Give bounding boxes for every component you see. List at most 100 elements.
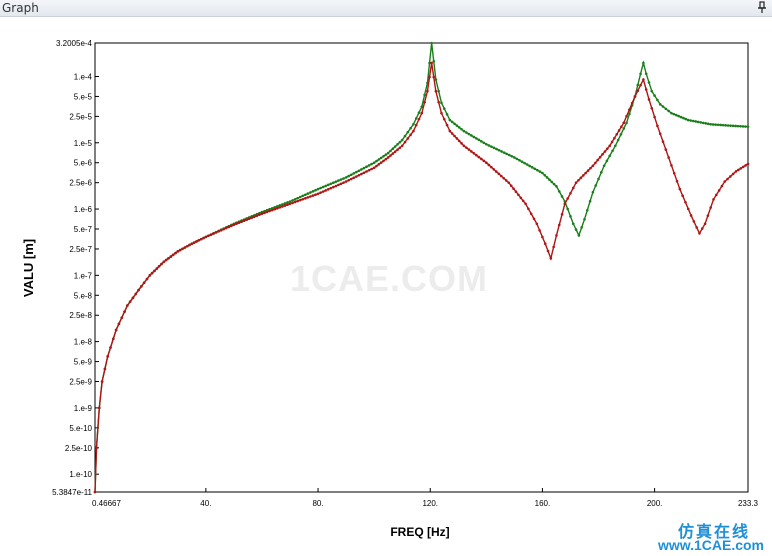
y-tick-label: 2.5e-10 [65, 444, 93, 453]
data-point [131, 296, 135, 300]
data-point [462, 129, 466, 133]
data-point [686, 118, 690, 122]
data-point [112, 337, 115, 341]
data-point [574, 228, 578, 231]
data-point [566, 207, 569, 211]
data-point [543, 173, 547, 177]
data-point [620, 125, 623, 128]
data-point [622, 127, 626, 130]
data-point [670, 164, 673, 167]
data-point [242, 219, 246, 223]
data-point [615, 133, 619, 136]
data-point [176, 250, 180, 253]
data-point [342, 181, 345, 184]
data-point [497, 148, 501, 152]
data-point [695, 226, 698, 229]
data-point [619, 133, 623, 136]
data-point [332, 185, 335, 189]
data-point [719, 123, 722, 127]
data-point [400, 138, 404, 142]
data-point [499, 174, 503, 178]
data-point [278, 206, 282, 209]
data-point [606, 147, 609, 150]
data-point [324, 184, 328, 188]
data-point [700, 227, 704, 230]
data-point [520, 160, 524, 164]
data-point [525, 163, 529, 166]
data-point [497, 172, 501, 176]
data-point [291, 199, 294, 202]
data-point [199, 237, 203, 241]
data-point [529, 212, 533, 216]
x-tick-labels: 0.46667 40. 80. 120. 160. 200. 233.3 [92, 488, 759, 508]
data-point [549, 257, 553, 260]
data-point [217, 230, 220, 233]
data-point [577, 234, 581, 237]
data-point [530, 166, 534, 169]
data-point [372, 161, 376, 165]
data-point [495, 170, 498, 173]
data-point [448, 118, 452, 122]
data-point [137, 288, 140, 292]
data-point [98, 406, 101, 410]
data-point [477, 155, 481, 159]
data-point [470, 134, 473, 137]
data-point [398, 140, 402, 144]
pin-icon[interactable] [755, 0, 769, 16]
data-point [557, 223, 561, 227]
data-point [455, 124, 459, 127]
data-point [362, 171, 366, 175]
data-point [321, 190, 325, 193]
data-point [686, 207, 690, 211]
data-point [653, 94, 656, 97]
data-point [524, 202, 527, 206]
data-point [195, 240, 198, 243]
data-point [741, 165, 745, 169]
data-point [286, 201, 289, 204]
chart-axes [94, 42, 749, 493]
data-point [492, 168, 496, 171]
x-tick-label: 200. [647, 499, 663, 508]
data-point [183, 246, 187, 249]
data-point [370, 167, 373, 171]
data-point [583, 218, 586, 221]
data-point [109, 346, 112, 349]
data-point [316, 187, 320, 191]
data-point [684, 200, 687, 204]
data-point [324, 189, 328, 192]
data-point [696, 120, 700, 124]
data-point [571, 186, 575, 190]
data-point [382, 154, 385, 158]
data-point [375, 164, 378, 168]
data-point [658, 132, 662, 136]
data-point [291, 201, 294, 205]
data-point [532, 217, 536, 221]
data-point [309, 195, 312, 198]
data-point [153, 269, 156, 273]
data-point [661, 140, 665, 143]
data-point [362, 166, 366, 170]
data-point [591, 190, 595, 194]
data-point [409, 133, 412, 137]
data-point [674, 113, 678, 117]
data-point [301, 194, 305, 198]
data-point [174, 251, 177, 255]
data-point [630, 101, 634, 105]
watermark-url: www.1CAE.com [657, 537, 764, 553]
data-point [162, 260, 166, 264]
y-tick-label: 1.e-6 [74, 205, 93, 214]
x-tick-label: 80. [312, 499, 323, 508]
data-point [717, 189, 721, 192]
data-point [409, 126, 412, 130]
data-point [509, 184, 513, 187]
data-point [337, 179, 340, 182]
data-point [642, 61, 645, 65]
data-point [389, 149, 392, 153]
data-point [440, 101, 443, 105]
data-point [314, 188, 317, 192]
series-line [94, 42, 749, 493]
data-point [391, 152, 395, 155]
data-point [656, 124, 659, 128]
data-point [711, 123, 715, 126]
data-point [204, 235, 208, 239]
